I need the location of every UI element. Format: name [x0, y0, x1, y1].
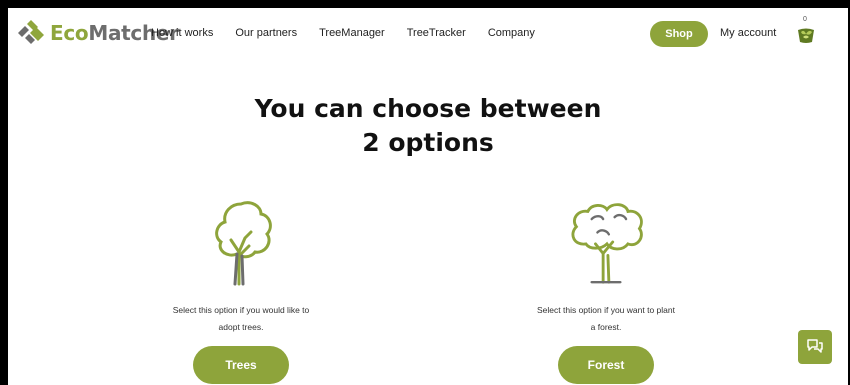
forest-description-line2: a forest. — [590, 322, 622, 332]
page-title: You can choose between 2 options — [8, 92, 848, 160]
option-trees: Select this option if you would like to … — [141, 196, 341, 384]
forest-button[interactable]: Forest — [558, 346, 654, 384]
cart-count: 0 — [803, 16, 807, 23]
nav-treetracker[interactable]: TreeTracker — [407, 27, 466, 39]
page-title-line1: You can choose between — [254, 94, 602, 123]
page-title-line2: 2 options — [362, 128, 494, 157]
nav-how-it-works[interactable]: How it works — [151, 27, 213, 39]
logo-mark-icon — [18, 20, 44, 44]
trees-description-line2: adopt trees. — [218, 322, 264, 332]
nav-treemanager[interactable]: TreeManager — [319, 27, 385, 39]
shop-button[interactable]: Shop — [650, 21, 708, 47]
page: EcoMatcher How it works Our partners Tre… — [8, 8, 848, 385]
top-navigation: EcoMatcher How it works Our partners Tre… — [8, 8, 848, 58]
tree-icon — [215, 201, 272, 286]
forest-description: Select this option if you want to plant … — [506, 302, 706, 336]
cart-icon — [798, 28, 814, 43]
nav-our-partners[interactable]: Our partners — [235, 27, 297, 39]
trees-description: Select this option if you would like to … — [141, 302, 341, 336]
option-forest: Select this option if you want to plant … — [506, 196, 706, 384]
main-nav: How it works Our partners TreeManager Tr… — [151, 27, 535, 39]
chat-button[interactable] — [798, 330, 832, 364]
chat-icon — [807, 339, 823, 353]
forest-icon — [571, 203, 643, 284]
cart-button[interactable]: 0 — [796, 16, 816, 46]
nav-company[interactable]: Company — [488, 27, 535, 39]
trees-description-line1: Select this option if you would like to — [172, 305, 310, 315]
forest-description-line1: Select this option if you want to plant — [537, 305, 675, 315]
logo-text-eco: Eco — [50, 21, 89, 45]
my-account-link[interactable]: My account — [720, 27, 776, 39]
trees-button[interactable]: Trees — [193, 346, 289, 384]
